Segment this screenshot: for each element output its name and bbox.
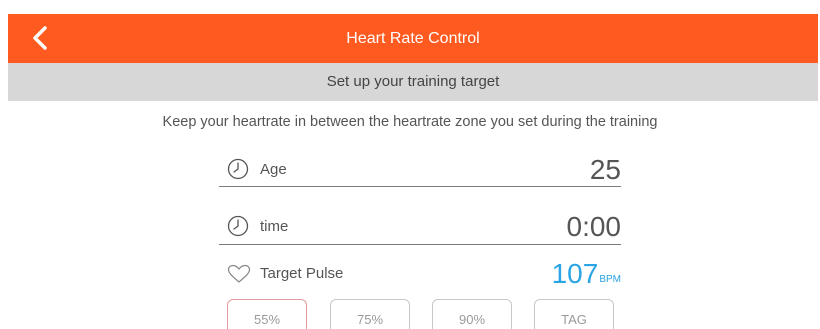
time-label: time: [260, 218, 289, 235]
clock-icon: [227, 215, 249, 242]
target-pulse-unit: BPM: [599, 274, 621, 285]
section-subheader: Set up your training target: [8, 63, 818, 101]
time-field[interactable]: time 0:00: [219, 208, 621, 245]
preset-buttons: 55% 75% 90% TAG: [227, 299, 617, 329]
preset-75-button[interactable]: 75%: [330, 299, 410, 329]
target-pulse-number: 107: [551, 258, 599, 289]
age-field[interactable]: Age 25: [219, 150, 621, 187]
time-value: 0:00: [566, 211, 622, 242]
page-title: Heart Rate Control: [346, 30, 480, 47]
instruction-text: Keep your heartrate in between the heart…: [162, 114, 658, 130]
preset-55-button[interactable]: 55%: [227, 299, 307, 329]
age-label: Age: [260, 161, 287, 178]
target-pulse-value: 107 BPM: [552, 259, 621, 289]
age-value: 25: [589, 154, 621, 185]
app-header: Heart Rate Control: [8, 14, 818, 63]
target-pulse-label: Target Pulse: [260, 265, 344, 282]
clock-icon: [227, 158, 249, 185]
preset-90-button[interactable]: 90%: [432, 299, 512, 329]
heart-icon: [227, 264, 251, 289]
preset-tag-button[interactable]: TAG: [534, 299, 614, 329]
target-pulse-field: Target Pulse 107 BPM: [219, 258, 621, 292]
